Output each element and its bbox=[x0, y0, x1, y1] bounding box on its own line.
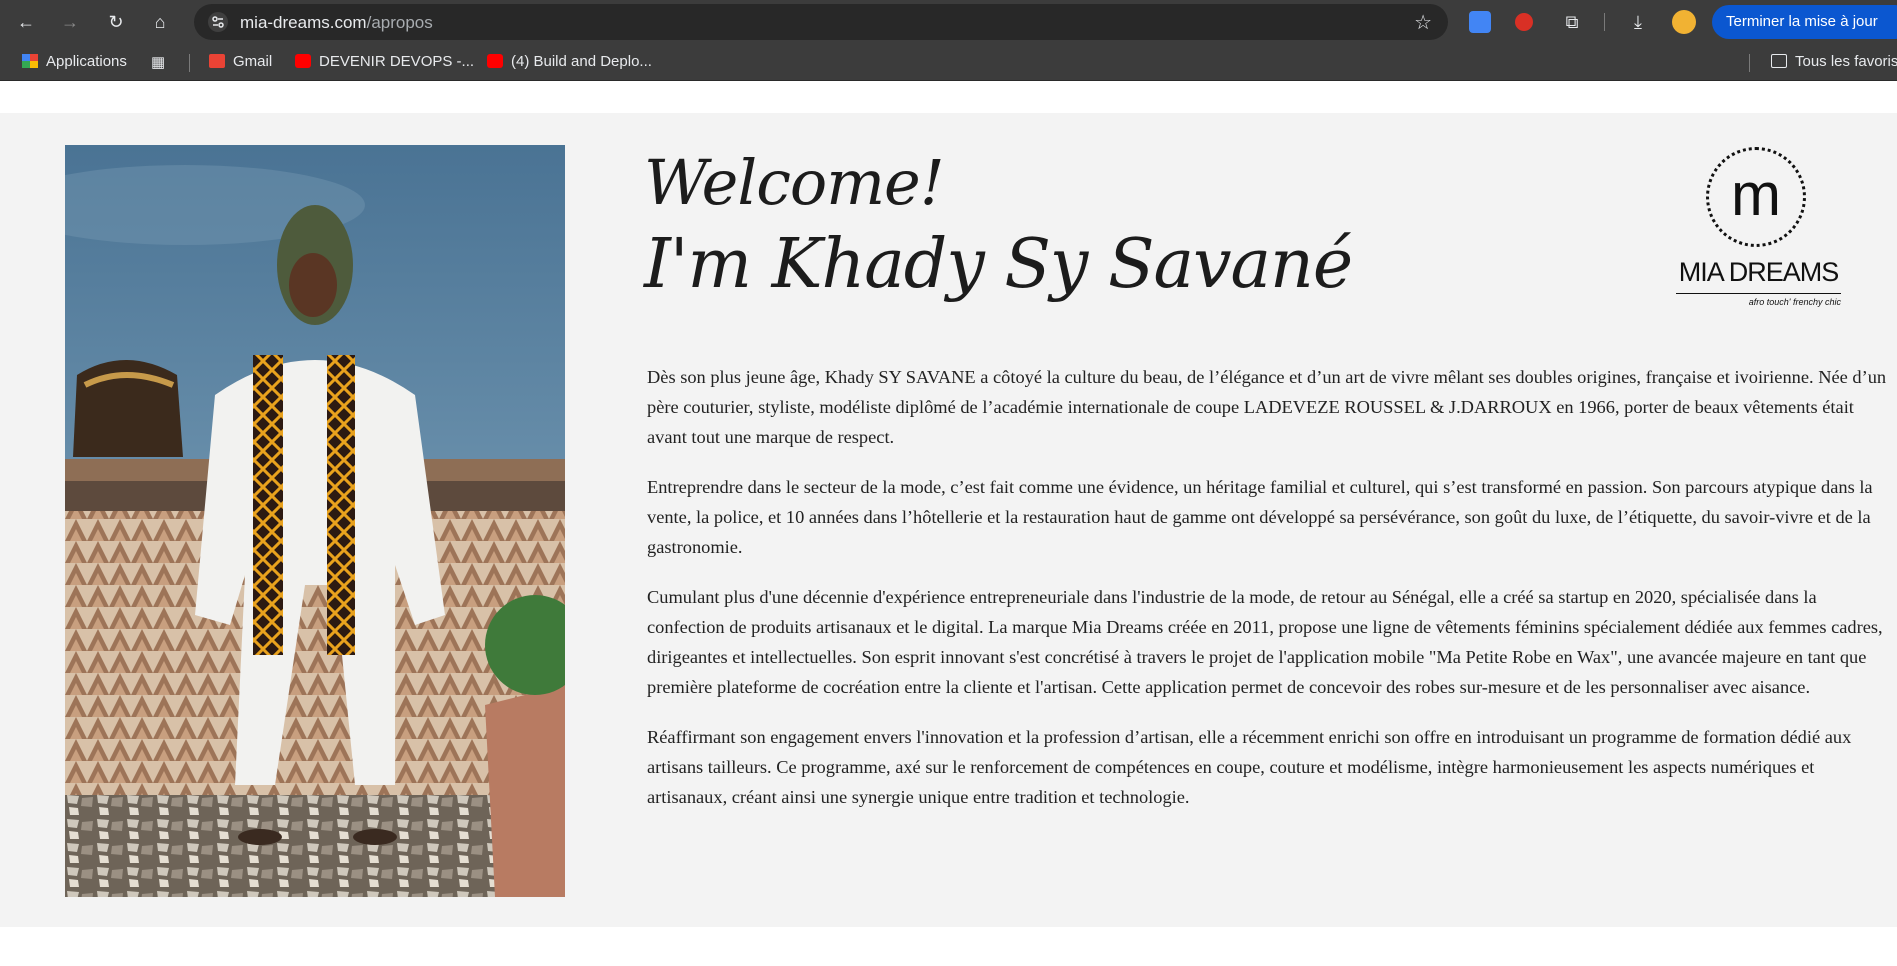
bookmark-build-deploy[interactable]: (4) Build and Deplo... bbox=[487, 53, 652, 70]
logo-mark: m bbox=[1731, 161, 1781, 228]
site-info-icon[interactable] bbox=[208, 12, 228, 32]
folder-icon bbox=[1771, 54, 1787, 68]
bio-paragraph-3: Cumulant plus d'une décennie d'expérienc… bbox=[647, 587, 1883, 697]
bio-paragraph-1: Dès son plus jeune âge, Khady SY SAVANE … bbox=[647, 367, 1887, 447]
apps-grid-icon bbox=[22, 54, 38, 68]
profile-avatar[interactable] bbox=[1672, 10, 1696, 34]
bookmark-applications[interactable]: Applications bbox=[22, 53, 127, 70]
finish-update-button[interactable]: Terminer la mise à jour bbox=[1712, 5, 1897, 39]
extension-s-icon[interactable] bbox=[1515, 13, 1533, 31]
gmail-icon bbox=[209, 54, 225, 68]
back-icon[interactable]: ← bbox=[14, 10, 38, 34]
bookmarks-separator bbox=[189, 54, 190, 72]
forward-icon[interactable]: → bbox=[58, 10, 82, 34]
heading-name: I'm Khady Sy Savané bbox=[644, 225, 1353, 304]
youtube-icon bbox=[295, 54, 311, 68]
extensions-puzzle-icon[interactable]: ⧉ bbox=[1560, 10, 1584, 34]
home-icon[interactable]: ⌂ bbox=[148, 10, 172, 34]
logo-divider bbox=[1676, 293, 1841, 294]
bookmark-star-icon[interactable]: ☆ bbox=[1414, 10, 1432, 35]
bio-paragraph-4: Réaffirmant son engagement envers l'inno… bbox=[647, 727, 1852, 807]
bookmark-label: Applications bbox=[46, 53, 127, 70]
about-section: Welcome! I'm Khady Sy Savané m MIA DREAM… bbox=[0, 113, 1897, 927]
bookmark-label: Tous les favoris bbox=[1795, 53, 1897, 70]
bookmark-devenir-devops[interactable]: DEVENIR DEVOPS -... bbox=[295, 53, 474, 70]
toolbar-separator bbox=[1604, 13, 1605, 31]
welcome-heading: Welcome! I'm Khady Sy Savané bbox=[644, 143, 1353, 307]
bookmark-label: Gmail bbox=[233, 53, 273, 70]
bookmark-gmail[interactable]: Gmail bbox=[209, 53, 272, 70]
address-bar[interactable]: mia-dreams.com/apropos ☆ bbox=[194, 4, 1448, 40]
portrait-photo bbox=[65, 145, 565, 897]
bookmarks-bar: Applications ▦ Gmail DEVENIR DEVOPS -...… bbox=[0, 44, 1897, 81]
download-icon[interactable]: ⤓ bbox=[1626, 10, 1650, 34]
bookmark-label: DEVENIR DEVOPS -... bbox=[319, 53, 475, 70]
tab-groups-icon[interactable]: ▦ bbox=[151, 53, 165, 71]
biography-text: Dès son plus jeune âge, Khady SY SAVANE … bbox=[647, 362, 1887, 832]
browser-toolbar: ← → ↻ ⌂ mia-dreams.com/apropos ☆ ⧉ ⤓ Ter… bbox=[0, 0, 1897, 44]
bookmark-label: (4) Build and Deplo... bbox=[511, 53, 652, 70]
google-translate-icon[interactable] bbox=[1469, 11, 1491, 33]
url-path: /apropos bbox=[366, 13, 433, 32]
mia-dreams-logo[interactable]: m MIA DREAMS afro touch' frenchy chic bbox=[1676, 147, 1841, 317]
youtube-icon bbox=[487, 54, 503, 68]
url-text[interactable]: mia-dreams.com/apropos bbox=[240, 13, 433, 33]
bookmarks-separator bbox=[1749, 54, 1750, 72]
logo-tagline: afro touch' frenchy chic bbox=[1748, 297, 1841, 307]
heading-welcome: Welcome! bbox=[644, 146, 945, 219]
bio-paragraph-2: Entreprendre dans le secteur de la mode,… bbox=[647, 477, 1873, 557]
url-host: mia-dreams.com bbox=[240, 13, 367, 32]
reload-icon[interactable]: ↻ bbox=[104, 10, 128, 34]
bookmark-all-favorites[interactable]: Tous les favoris bbox=[1771, 53, 1897, 70]
logo-name: MIA DREAMS bbox=[1678, 257, 1840, 287]
